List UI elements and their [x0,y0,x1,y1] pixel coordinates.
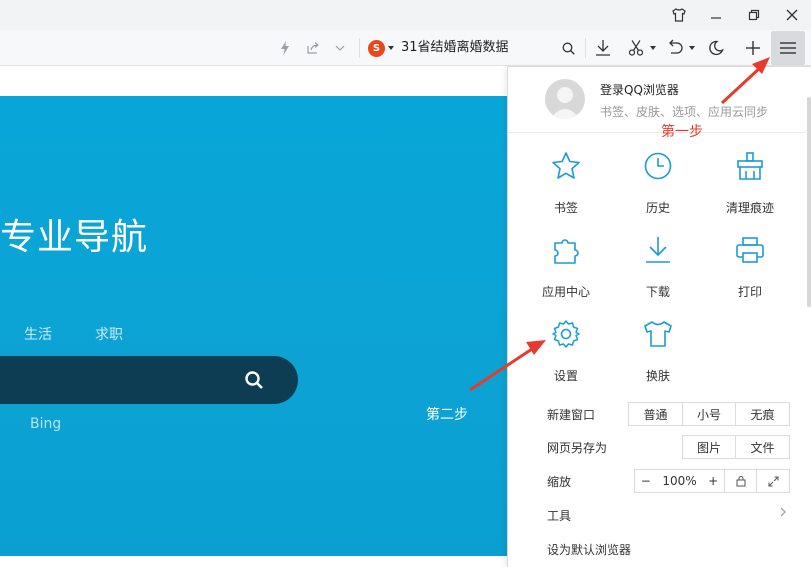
save-as-file-button[interactable]: 文件 [736,436,789,458]
chevron-down-icon[interactable] [331,30,349,66]
search-icon[interactable] [559,30,577,66]
broom-icon [737,152,763,180]
lightning-icon[interactable] [276,30,294,66]
clock-icon [644,152,672,180]
zoom-label: 缩放 [547,475,572,489]
fullscreen-button[interactable] [757,470,789,492]
menu-settings[interactable]: 设置 [520,319,612,389]
tshirt-icon [644,321,672,347]
address-search-text[interactable]: 31省结婚离婚数据 [401,38,509,58]
tools-label: 工具 [547,509,572,523]
annotation-step2: 第二步 [426,407,468,423]
new-window-alt-button[interactable]: 小号 [683,403,736,425]
menu-bookmarks[interactable]: 书签 [520,151,612,221]
menu-clear-traces[interactable]: 清理痕迹 [704,151,796,221]
star-icon [552,152,580,179]
scissors-icon[interactable] [624,30,648,66]
toolbar-divider [585,38,586,58]
set-default-browser-row[interactable]: 设为默认浏览器 [508,537,808,563]
menu-change-skin[interactable]: 换肤 [612,319,704,389]
zoom-row: 缩放 − 100% + [508,469,808,495]
save-as-options: 图片 文件 [682,435,790,459]
engine-dropdown-icon[interactable] [386,30,396,66]
lock-icon [736,476,745,487]
menu-download[interactable]: 下载 [612,235,704,305]
menu-app-center[interactable]: 应用中心 [520,235,612,305]
search-icon[interactable] [244,370,264,390]
annotation-step1: 第一步 [661,124,703,140]
avatar[interactable] [545,79,585,119]
title-bar [0,0,811,30]
close-button[interactable] [773,0,811,30]
share-icon[interactable] [304,30,322,66]
chevron-right-icon [780,505,786,521]
scissors-dropdown-icon[interactable] [649,30,657,66]
printer-icon [736,237,764,263]
sogou-logo-icon[interactable]: S [368,40,385,57]
category-link[interactable]: 求职 [95,324,123,344]
menu-history[interactable]: 历史 [612,151,704,221]
hamburger-icon [780,42,796,54]
account-subtitle: 书签、皮肤、选项、应用云同步 [600,105,769,119]
zoom-value: 100% [662,474,697,488]
moon-icon[interactable] [704,30,728,66]
category-link[interactable]: 生活 [24,324,52,344]
new-window-row: 新建窗口 普通 小号 无痕 [508,402,808,428]
page-banner: 专业导航 生活 求职 Bing [0,96,520,556]
page-search-bar[interactable] [0,356,298,404]
undo-icon[interactable] [664,30,686,66]
login-link[interactable]: 登录QQ浏览器 [600,81,679,98]
new-window-incognito-button[interactable]: 无痕 [736,403,789,425]
minimize-button[interactable] [697,0,735,30]
download-icon[interactable] [592,30,614,66]
save-as-label: 网页另存为 [547,441,608,455]
toolbar-divider [359,38,360,58]
download-icon [646,237,670,263]
gear-icon [552,320,580,348]
zoom-out-button[interactable]: − [641,474,651,488]
zoom-controls: − 100% + [634,469,790,493]
lock-zoom-button[interactable] [725,470,757,492]
new-tab-plus-icon[interactable] [741,30,765,66]
menu-print[interactable]: 打印 [704,235,796,305]
undo-dropdown-icon[interactable] [688,30,696,66]
tools-row[interactable]: 工具 [508,503,808,529]
search-engine-tab[interactable]: Bing [30,416,61,432]
new-window-normal-button[interactable]: 普通 [629,403,683,425]
save-as-row: 网页另存为 图片 文件 [508,435,808,461]
account-section[interactable]: 登录QQ浏览器 书签、皮肤、选项、应用云同步 [508,67,808,133]
new-window-options: 普通 小号 无痕 [628,402,790,426]
zoom-stepper: − 100% + [635,470,725,492]
puzzle-icon [554,239,579,264]
skin-shirt-icon[interactable] [660,0,698,30]
zoom-in-button[interactable]: + [708,474,718,488]
save-as-image-button[interactable]: 图片 [683,436,736,458]
new-window-label: 新建窗口 [547,408,596,422]
main-menu-button[interactable] [771,31,805,65]
set-default-browser-label: 设为默认浏览器 [547,543,632,557]
expand-icon [768,476,778,486]
main-menu-panel: 登录QQ浏览器 书签、皮肤、选项、应用云同步 书签 历史 清理痕迹 应用中心 下… [507,66,811,567]
banner-title: 专业导航 [0,217,149,258]
restore-button[interactable] [735,0,773,30]
